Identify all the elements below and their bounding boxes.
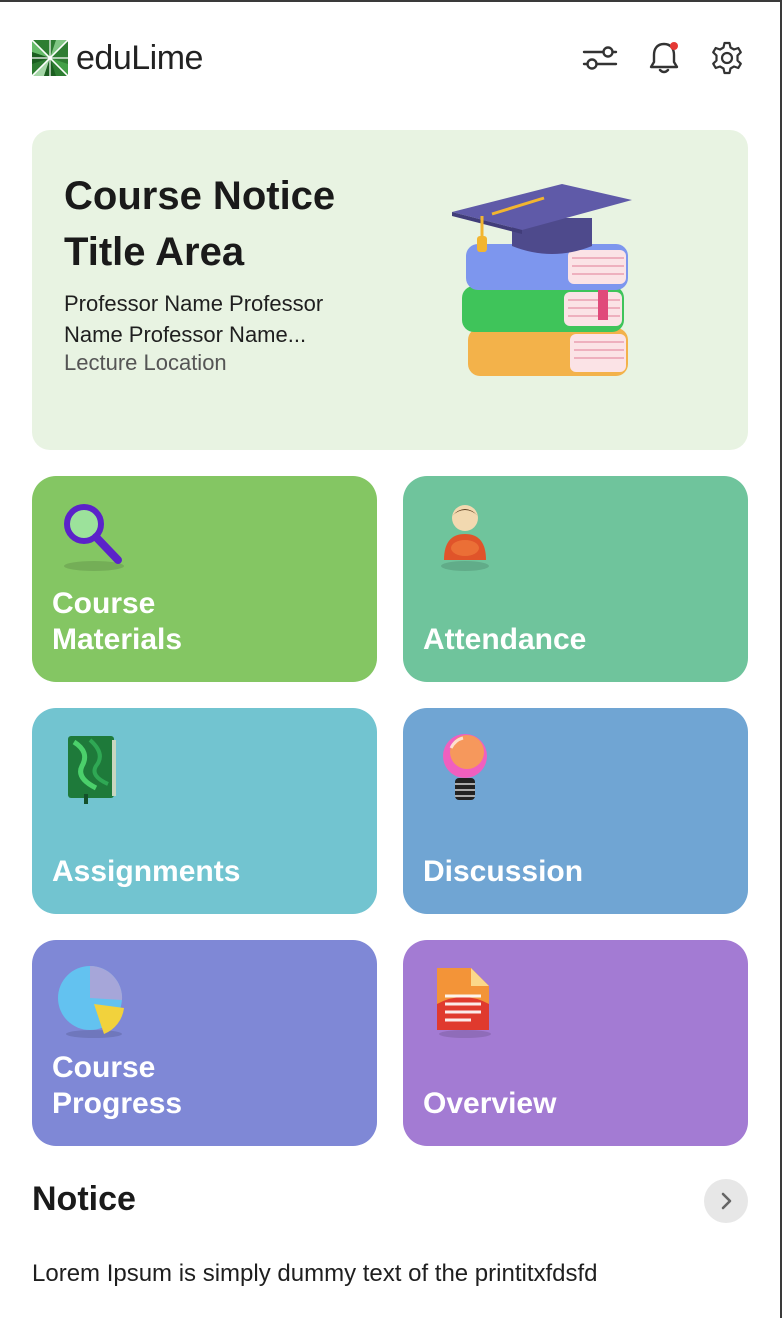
document-icon (437, 968, 491, 1038)
notification-dot (670, 42, 678, 50)
course-notice-title: Course Notice Title Area (64, 174, 336, 274)
pie-chart-icon (58, 965, 124, 1038)
chevron-right-icon (721, 1192, 732, 1210)
magnifier-icon (64, 504, 124, 571)
lecture-location: Lecture Location (64, 350, 227, 375)
app-header: eduLime (32, 36, 746, 80)
tile-discussion[interactable]: Discussion (403, 708, 748, 914)
tile-label: Course Materials (52, 587, 183, 656)
brand-name: eduLime (76, 39, 203, 77)
settings-button[interactable] (709, 40, 745, 76)
gear-icon (712, 41, 742, 75)
filter-icon (582, 46, 618, 70)
tile-course-progress[interactable]: Course Progress (32, 940, 377, 1146)
tile-overview[interactable]: Overview (403, 940, 748, 1146)
tile-label: Assignments (52, 855, 241, 888)
lightbulb-icon (443, 734, 487, 800)
person-icon (441, 505, 489, 571)
filter-button[interactable] (582, 40, 618, 76)
tile-label: Discussion (423, 855, 584, 888)
tile-label: Attendance (423, 623, 587, 656)
professor-name: Professor Name Professor Name Professor … (64, 291, 324, 347)
tile-attendance[interactable]: Attendance (403, 476, 748, 682)
notice-heading: Notice (32, 1180, 136, 1218)
tile-course-materials[interactable]: Course Materials (32, 476, 377, 682)
books-graduation-cap-icon (452, 184, 632, 376)
tile-assignments[interactable]: Assignments (32, 708, 377, 914)
tile-label: Overview (423, 1087, 557, 1120)
notebook-icon (68, 736, 116, 804)
notice-more-button[interactable] (704, 1179, 748, 1223)
notice-preview[interactable]: Lorem Ipsum is simply dummy text of the … (32, 1260, 598, 1288)
logo-icon (32, 40, 68, 76)
tile-label: Course Progress (52, 1051, 183, 1120)
notifications-button[interactable] (646, 40, 682, 76)
course-notice-card[interactable]: Course Notice Title Area Professor Name … (32, 130, 748, 450)
